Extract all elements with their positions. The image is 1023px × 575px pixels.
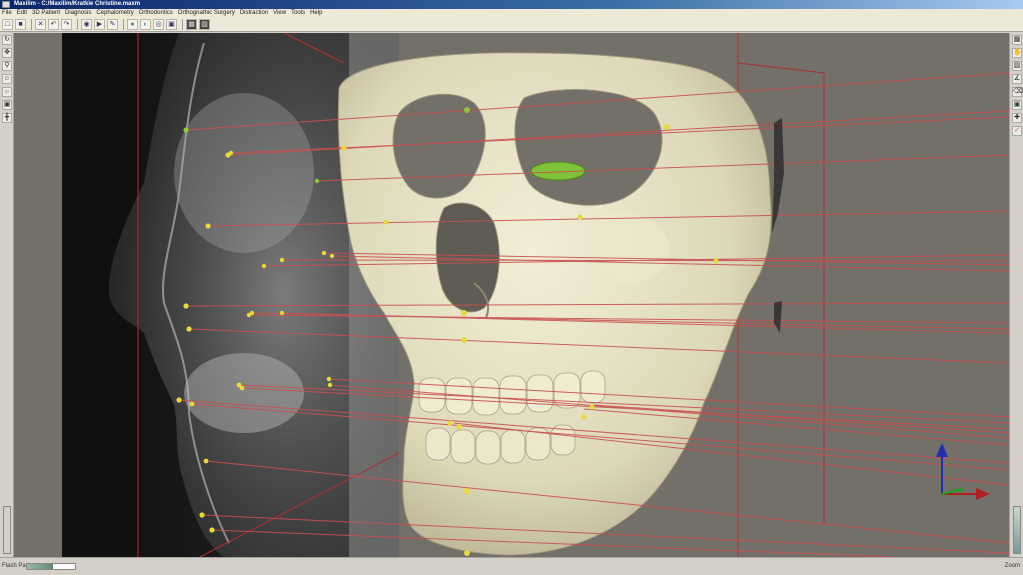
menu-tools[interactable]: Tools	[291, 9, 305, 18]
landmark-point[interactable]	[447, 420, 453, 426]
grid-icon[interactable]: ▦	[186, 19, 197, 30]
landmark-point[interactable]	[326, 376, 332, 382]
y-axis-tip	[957, 487, 963, 493]
landmark-point[interactable]	[464, 550, 470, 556]
menu-help[interactable]: Help	[310, 9, 322, 18]
view-front-icon[interactable]: ▩	[1012, 35, 1022, 45]
landmark-point[interactable]	[464, 488, 470, 494]
rotate-icon[interactable]: ↻	[2, 35, 12, 45]
landmark-point[interactable]	[461, 310, 467, 316]
landmark-point[interactable]	[186, 326, 192, 332]
landmark-point[interactable]	[203, 458, 209, 464]
toolbar-separator	[31, 19, 32, 30]
landmark-point[interactable]	[205, 223, 211, 229]
photo-icon[interactable]: ▣	[1012, 100, 1022, 110]
right-toolbar: ▩ ✋ ▨ ∡ ⌫ ▣ ✚ ✓	[1009, 33, 1023, 557]
measure-icon[interactable]: ∡	[1012, 74, 1022, 84]
eye-icon[interactable]: ◎	[153, 19, 164, 30]
erase-icon[interactable]: ⌫	[1012, 87, 1023, 97]
landmark-point[interactable]	[228, 150, 234, 156]
landmark-point[interactable]	[189, 401, 195, 407]
redo-icon[interactable]: ↷	[61, 19, 72, 30]
zoom-icon[interactable]: ⚲	[2, 61, 12, 71]
crosshair-icon[interactable]: ✚	[1012, 113, 1022, 123]
status-bar: Flash Part Zoom	[0, 557, 1023, 575]
landmark-point[interactable]	[456, 424, 462, 430]
title-bar: Maxilim - C:/Maxilim/Kratkie Christine.m…	[0, 0, 1023, 9]
axis-icon[interactable]: ╋	[2, 113, 12, 123]
landmark-point[interactable]	[713, 258, 719, 264]
status-right-label: Zoom	[1004, 563, 1020, 569]
right-zoom-slider[interactable]	[1013, 506, 1021, 554]
menu-diagnosis[interactable]: Diagnosis	[65, 9, 91, 18]
open-icon[interactable]: □	[2, 19, 13, 30]
pan-icon[interactable]: ✥	[2, 48, 12, 58]
xray-orbit	[174, 93, 314, 253]
landmark-point[interactable]	[321, 250, 327, 256]
save-icon[interactable]: ■	[15, 19, 26, 30]
landmark-point[interactable]	[209, 527, 215, 533]
3d-viewport[interactable]	[14, 33, 1009, 557]
landmark-point[interactable]	[199, 512, 205, 518]
menu-distraction[interactable]: Distraction	[240, 9, 268, 18]
landmark-point[interactable]	[341, 145, 347, 151]
landmark-point[interactable]	[314, 178, 320, 184]
landmark-point[interactable]	[664, 124, 670, 130]
select-icon[interactable]: ▶	[94, 19, 105, 30]
landmark-point[interactable]	[464, 107, 470, 113]
landmark-point[interactable]	[279, 257, 285, 263]
menu-3d-patient[interactable]: 3D Patient	[32, 9, 60, 18]
landmark-point[interactable]	[577, 214, 583, 220]
progress-fill	[27, 564, 54, 569]
landmark-point[interactable]	[383, 219, 389, 225]
landmark-point[interactable]	[589, 404, 595, 410]
landmark-point[interactable]	[183, 127, 189, 133]
camera-icon[interactable]: ▣	[2, 100, 12, 110]
menu-file[interactable]: File	[2, 9, 12, 18]
menu-cephalometry[interactable]: Cephalometry	[96, 9, 133, 18]
menu-bar: File Edit 3D Patient Diagnosis Cephalome…	[0, 9, 1023, 18]
landmark-point[interactable]	[176, 397, 182, 403]
landmark-point[interactable]	[279, 310, 285, 316]
toolbar-separator	[77, 19, 78, 30]
menu-orthodontics[interactable]: Orthodontics	[139, 9, 173, 18]
face-icon[interactable]: ☺	[2, 74, 12, 84]
paint-icon[interactable]: ✎	[107, 19, 118, 30]
dark-icon[interactable]: ▧	[199, 19, 210, 30]
toolbar-separator	[123, 19, 124, 30]
layer-icon[interactable]: ▣	[166, 19, 177, 30]
landmark-point[interactable]	[461, 337, 467, 343]
3d-scene[interactable]	[14, 33, 1009, 557]
window-title: Maxilim - C:/Maxilim/Kratkie Christine.m…	[14, 1, 141, 7]
menu-view[interactable]: View	[273, 9, 286, 18]
landmark-point[interactable]	[261, 263, 267, 269]
main-toolbar: □ ■ ✕ ↶ ↷ ◉ ▶ ✎ ● ◐ ◎ ▣ ▦ ▧	[0, 18, 1023, 32]
sphere-alt-icon[interactable]: ◐	[140, 19, 151, 30]
menu-orthognathic-surgery[interactable]: Orthognathic Surgery	[178, 9, 235, 18]
nasal-cavity	[435, 202, 500, 313]
flag-icon[interactable]: ✓	[1012, 126, 1022, 136]
menu-edit[interactable]: Edit	[17, 9, 27, 18]
toolbar-separator	[182, 19, 183, 30]
left-toolbar: ↻ ✥ ⚲ ☺ ☼ ▣ ╋	[0, 33, 14, 557]
landmark-point[interactable]	[329, 253, 335, 259]
undo-icon[interactable]: ↶	[48, 19, 59, 30]
landmark-point[interactable]	[581, 414, 587, 420]
view-side-icon[interactable]: ▨	[1012, 61, 1022, 71]
landmark-point[interactable]	[183, 303, 189, 309]
landmark-point[interactable]	[249, 310, 255, 316]
app-icon	[2, 1, 10, 8]
xray-teeth	[184, 353, 304, 433]
cut-icon[interactable]: ✕	[35, 19, 46, 30]
landmark-point[interactable]	[327, 382, 333, 388]
view-hand-icon[interactable]: ✋	[1012, 48, 1022, 58]
light-icon[interactable]: ☼	[2, 87, 12, 97]
progress-bar	[26, 563, 76, 570]
left-zoom-slider[interactable]	[3, 506, 11, 554]
landmark-point[interactable]	[239, 385, 245, 391]
render-icon[interactable]: ◉	[81, 19, 92, 30]
sphere-icon[interactable]: ●	[127, 19, 138, 30]
